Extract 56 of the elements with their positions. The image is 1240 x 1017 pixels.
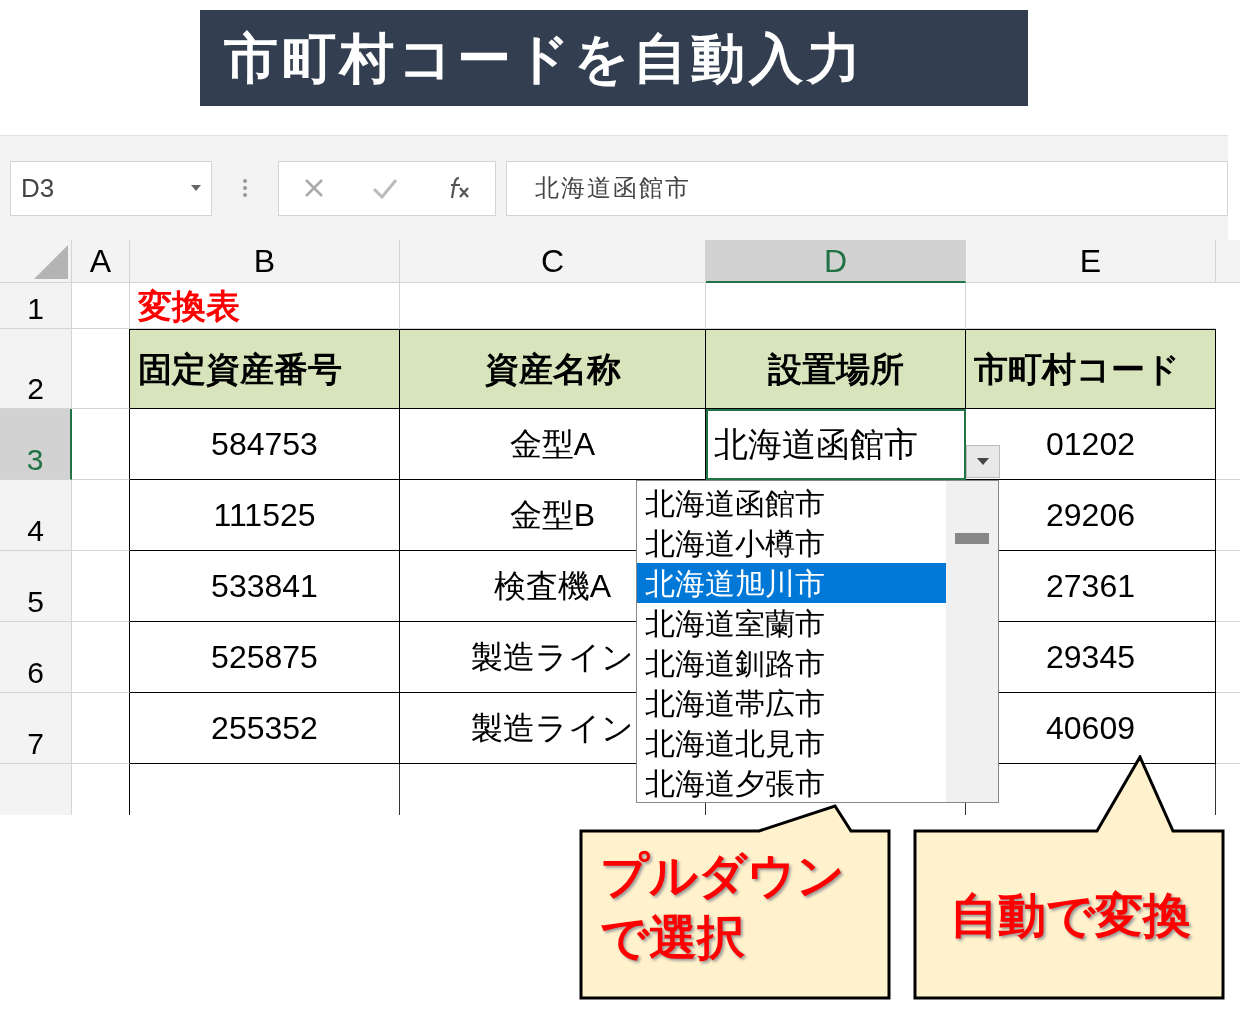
header-cell: 市町村コード	[966, 329, 1216, 409]
table-cell-text: 製造ライン	[471, 638, 634, 677]
select-all-icon[interactable]	[34, 245, 68, 279]
dropdown-option[interactable]: 北海道函館市	[637, 483, 946, 523]
dropdown-option[interactable]: 北海道帯広市	[637, 683, 946, 723]
dropdown-arrow-button[interactable]	[966, 445, 1000, 478]
table-cell-text: 525875	[211, 638, 318, 677]
column-header[interactable]: E	[1079, 237, 1102, 285]
column-header[interactable]: D	[823, 236, 848, 285]
row-header[interactable]: 6	[27, 658, 44, 688]
table-cell-text: 29345	[1046, 638, 1135, 677]
grip-icon	[242, 177, 248, 199]
row-header[interactable]: 2	[27, 374, 44, 404]
name-box[interactable]: D3	[10, 160, 212, 216]
table-cell-text: 111525	[213, 496, 316, 535]
callout-text: プルダウン	[600, 848, 846, 904]
table-cell-text: 27361	[1046, 567, 1135, 606]
dropdown-option[interactable]: 北海道夕張市	[637, 763, 946, 803]
column-header[interactable]: C	[540, 237, 565, 285]
callout-text: 自動で変換	[949, 887, 1191, 944]
table-cell-text: 01202	[1046, 425, 1135, 464]
close-icon[interactable]	[302, 177, 325, 199]
row-header[interactable]: 1	[27, 294, 44, 324]
table-cell[interactable]: 北海道函館市	[714, 418, 918, 470]
header-cell: 固定資産番号	[130, 329, 400, 409]
dropdown-option[interactable]: 北海道小樽市	[637, 523, 946, 563]
caret-icon	[191, 185, 201, 191]
table-title: 変換表	[138, 286, 240, 327]
row-header[interactable]: 3	[26, 445, 44, 475]
table-cell-text: 533841	[211, 567, 318, 606]
header-cell: 設置場所	[706, 329, 966, 409]
table-cell-text: 584753	[211, 425, 318, 464]
title-banner: 市町村コードを自動入力	[200, 10, 1028, 106]
table-cell-text: 金型A	[509, 425, 596, 464]
dropdown-option[interactable]: 北海道旭川市	[637, 563, 946, 603]
dropdown-option[interactable]: 北海道室蘭市	[637, 603, 946, 643]
scrollbar[interactable]	[946, 481, 998, 802]
table-cell-text: 検査機A	[493, 567, 612, 606]
table-cell-text: 製造ライン	[471, 709, 634, 748]
row-header[interactable]: 4	[27, 516, 44, 546]
scroll-thumb[interactable]	[955, 533, 989, 544]
dropdown-option[interactable]: 北海道釧路市	[637, 643, 946, 683]
header-cell: 資産名称	[400, 329, 706, 409]
dropdown-option[interactable]: 北海道北見市	[637, 723, 946, 763]
formula-input[interactable]: 北海道函館市	[506, 160, 1228, 216]
column-header[interactable]: B	[253, 237, 276, 285]
row-header[interactable]: 7	[27, 729, 44, 759]
table-cell-text: 40609	[1046, 709, 1135, 748]
check-icon[interactable]	[372, 177, 398, 199]
table-cell-text: 金型B	[509, 496, 596, 535]
row-header[interactable]: 5	[27, 587, 44, 617]
table-cell-text: 255352	[211, 709, 318, 748]
column-header[interactable]: A	[89, 237, 112, 285]
callout-text: で選択	[600, 910, 746, 966]
caret-icon	[977, 458, 989, 465]
table-cell-text: 29206	[1046, 496, 1135, 535]
